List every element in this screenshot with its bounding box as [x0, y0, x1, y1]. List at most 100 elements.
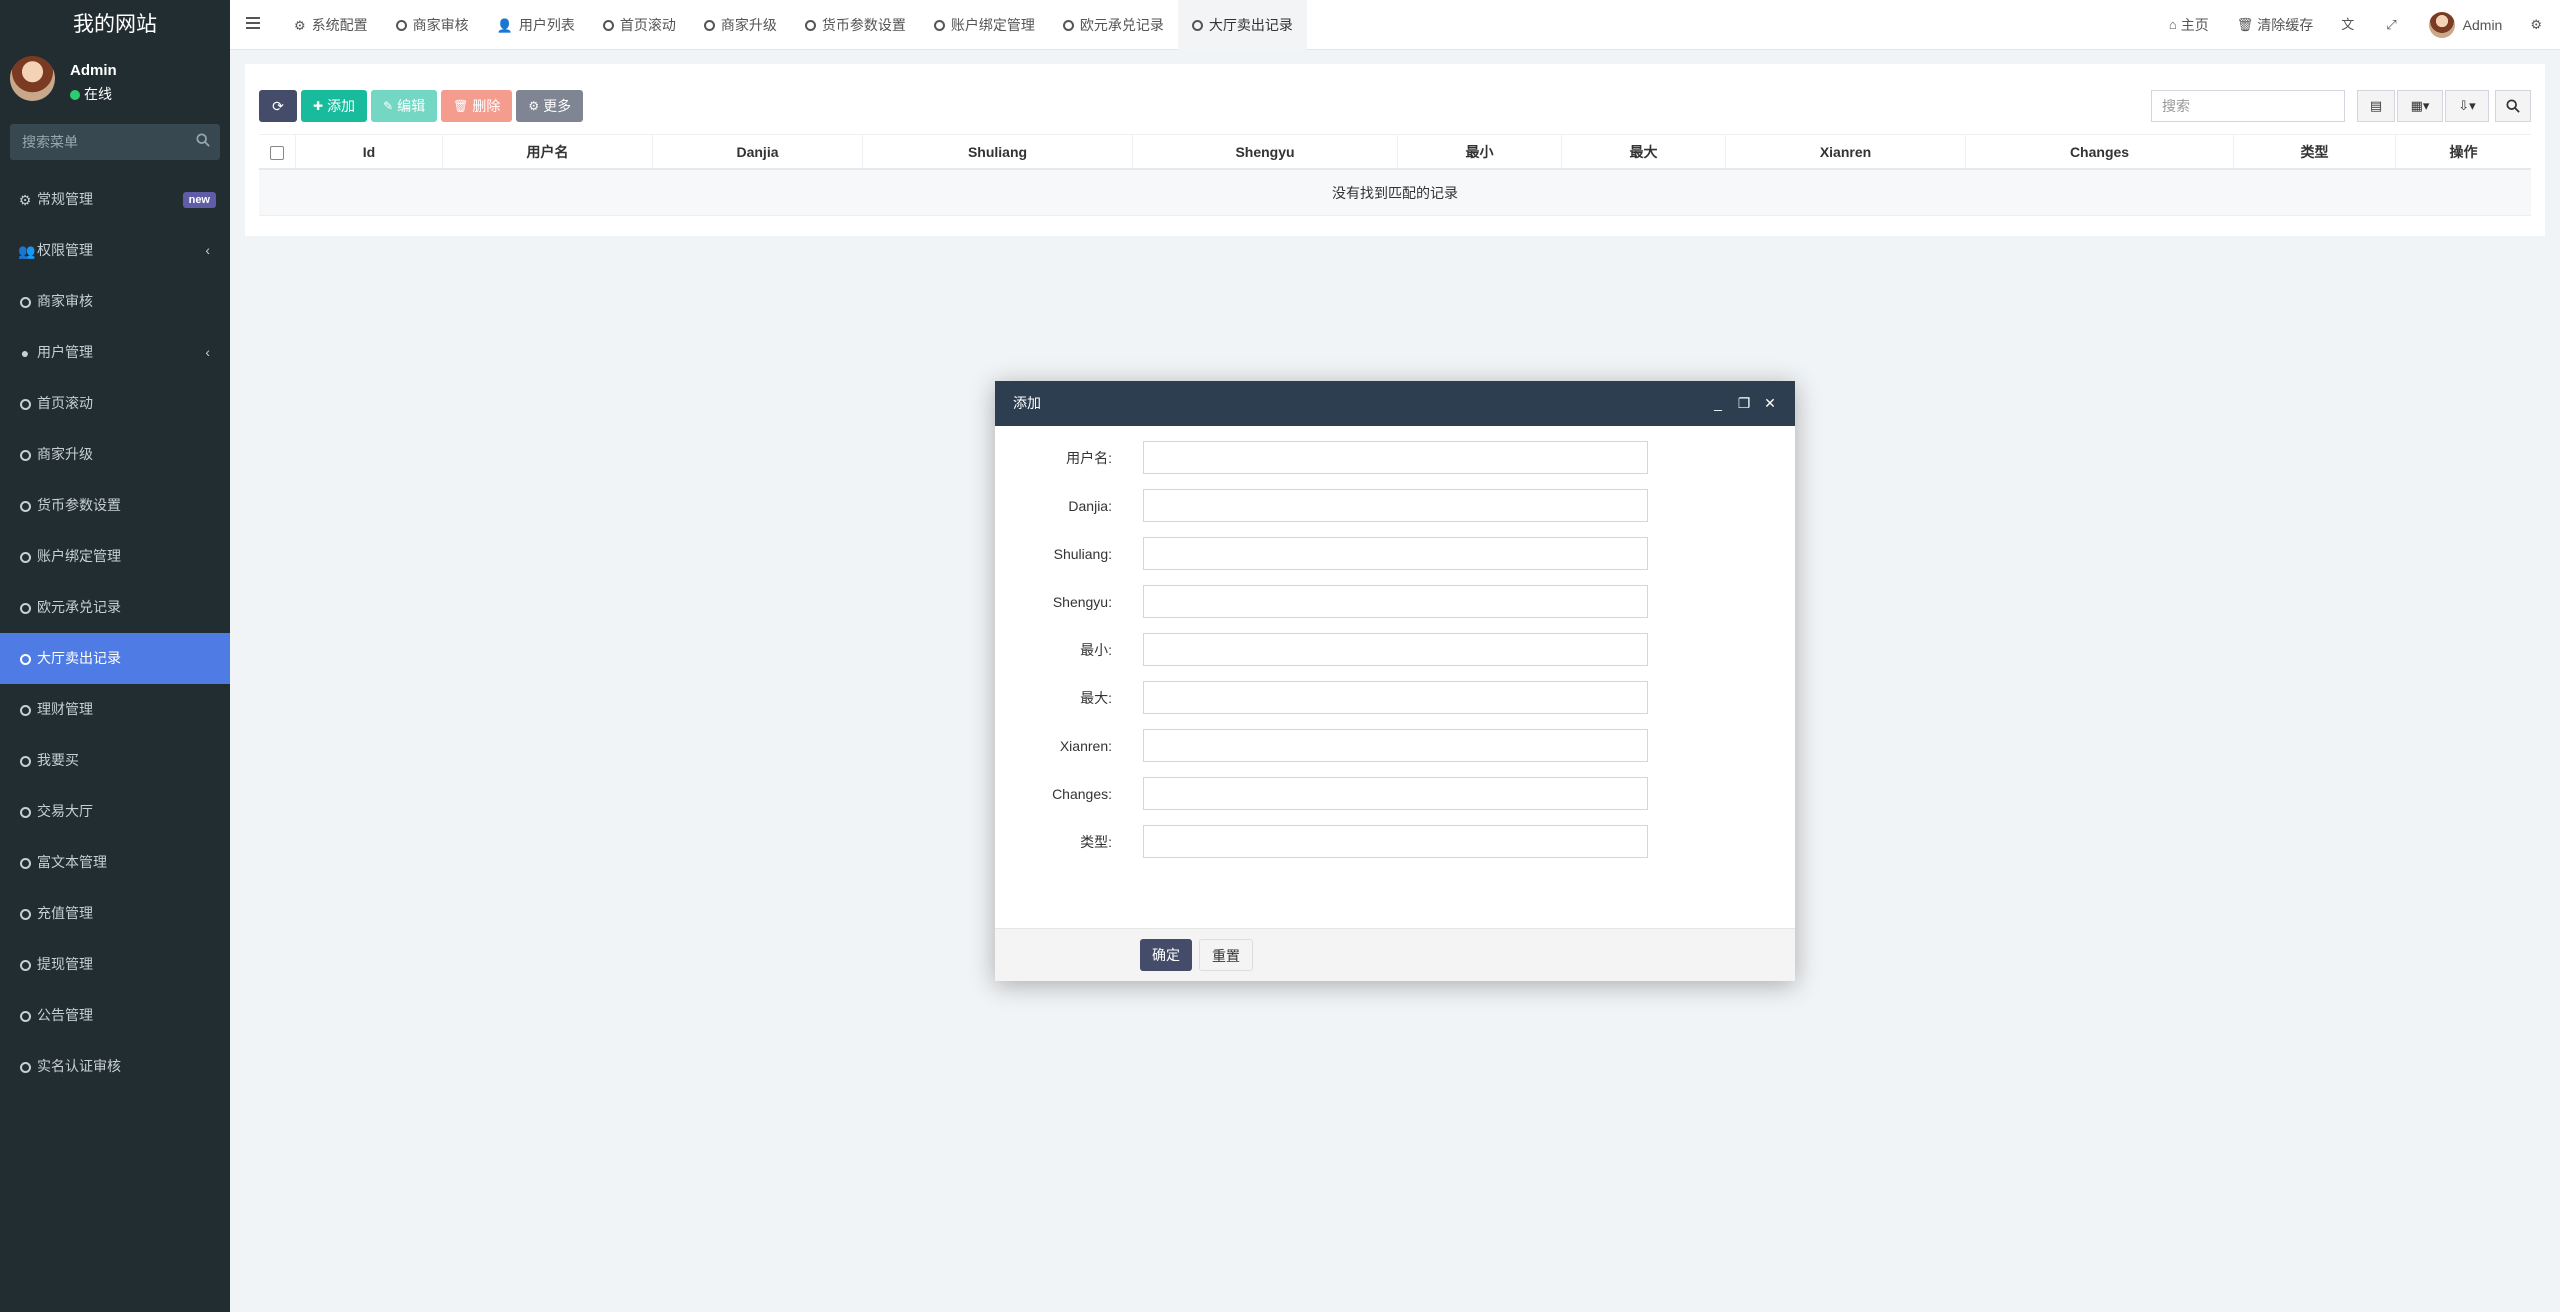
toggle-view-button[interactable]: ▤ [2357, 90, 2395, 122]
circle-icon [19, 806, 31, 818]
advanced-search-button[interactable] [2495, 90, 2531, 122]
sidebar-item-label: 充值管理 [37, 905, 93, 921]
tab-home-scroll[interactable]: 首页滚动 [589, 0, 690, 50]
column-header[interactable]: Xianren [1725, 135, 1965, 169]
search-icon[interactable] [196, 133, 210, 147]
form-row-max: 最大: [995, 681, 1795, 729]
refresh-button[interactable]: ⟳ [259, 90, 297, 122]
shuliang-input[interactable] [1143, 537, 1648, 570]
column-header[interactable]: Id [295, 135, 442, 169]
form-row-type: 类型: [995, 825, 1795, 873]
sidebar-item-buy[interactable]: 我要买 [0, 735, 230, 786]
username-input[interactable] [1143, 441, 1648, 474]
reset-button[interactable]: 重置 [1199, 939, 1253, 971]
sidebar-item-trading-hall[interactable]: 交易大厅 [0, 786, 230, 837]
tab-hall-sell-records[interactable]: 大厅卖出记录 [1177, 0, 1307, 50]
sidebar-item-kyc-review[interactable]: 实名认证审核 [0, 1041, 230, 1092]
tab-system-config[interactable]: ⚙ 系统配置 [280, 0, 382, 50]
empty-table-row: 没有找到匹配的记录 [259, 170, 2531, 216]
select-all-checkbox[interactable] [270, 146, 284, 161]
table-search-input[interactable] [2152, 91, 2344, 121]
danjia-input[interactable] [1143, 489, 1648, 522]
hamburger-menu-icon[interactable] [246, 16, 260, 30]
sidebar-item-users[interactable]: ● 用户管理 ‹ [0, 327, 230, 378]
sidebar-item-recharge[interactable]: 充值管理 [0, 888, 230, 939]
main-panel: ⟳ ✚添加 ✎编辑 🗑删除 ⚙更多 ▤ ▦▾ ⇩▾ Id 用户名 Danjia … [245, 64, 2545, 236]
sidebar-item-finance[interactable]: 理财管理 [0, 684, 230, 735]
settings-button[interactable]: ⚙ [2516, 0, 2560, 50]
sidebar-item-label: 实名认证审核 [37, 1058, 121, 1074]
sidebar-item-euro-records[interactable]: 欧元承兑记录 [0, 582, 230, 633]
tab-merchant-upgrade[interactable]: 商家升级 [690, 0, 791, 50]
dialog-header[interactable]: 添加 _ ❐ ✕ [995, 381, 1795, 426]
maximize-icon[interactable]: ❐ [1731, 381, 1757, 426]
tab-account-binding[interactable]: 账户绑定管理 [920, 0, 1049, 50]
column-header[interactable]: 用户名 [442, 135, 652, 169]
circle-icon [1191, 20, 1203, 31]
user-menu[interactable]: Admin [2415, 0, 2517, 50]
clear-cache-button[interactable]: 🗑 清除缓存 [2223, 0, 2328, 50]
tab-merchant-review[interactable]: 商家审核 [382, 0, 483, 50]
column-header[interactable]: 最小 [1397, 135, 1561, 169]
tab-label: 大厅卖出记录 [1208, 17, 1293, 33]
circle-icon [19, 857, 31, 869]
xianren-input[interactable] [1143, 729, 1648, 762]
navbar-right: ⌂ 主页 🗑 清除缓存 文 ⤢ Admin ⚙ [2155, 0, 2560, 50]
sidebar-item-label: 大厅卖出记录 [37, 650, 121, 666]
user-icon: 👤 [496, 18, 513, 33]
sidebar-item-merchant-upgrade[interactable]: 商家升级 [0, 429, 230, 480]
confirm-button[interactable]: 确定 [1140, 939, 1192, 971]
fullscreen-button[interactable]: ⤢ [2372, 0, 2414, 50]
column-header[interactable]: 操作 [2395, 135, 2531, 169]
sidebar-item-announcements[interactable]: 公告管理 [0, 990, 230, 1041]
column-header[interactable]: Shuliang [862, 135, 1132, 169]
sidebar-item-permissions[interactable]: 👥 权限管理 ‹ [0, 225, 230, 276]
language-button[interactable]: 文 [2327, 0, 2372, 50]
user-name: Admin [70, 62, 117, 79]
sidebar-item-account-binding[interactable]: 账户绑定管理 [0, 531, 230, 582]
circle-icon [933, 20, 945, 31]
column-header[interactable]: Shengyu [1132, 135, 1397, 169]
tab-label: 首页滚动 [619, 17, 676, 33]
columns-button[interactable]: ▦▾ [2397, 90, 2443, 122]
cogs-icon: ⚙ [2530, 17, 2542, 32]
close-icon[interactable]: ✕ [1757, 381, 1783, 426]
circle-icon [602, 20, 614, 31]
sidebar-item-withdraw[interactable]: 提现管理 [0, 939, 230, 990]
minimize-icon[interactable]: _ [1705, 381, 1731, 426]
column-header[interactable]: 最大 [1561, 135, 1725, 169]
max-input[interactable] [1143, 681, 1648, 714]
shengyu-input[interactable] [1143, 585, 1648, 618]
sidebar-item-label: 首页滚动 [37, 395, 93, 411]
edit-button[interactable]: ✎ 编辑 [371, 90, 438, 122]
add-button[interactable]: ✚ 添加 [301, 90, 368, 122]
home-link[interactable]: ⌂ 主页 [2155, 0, 2223, 50]
user-status: 在线 [70, 84, 112, 104]
export-button[interactable]: ⇩▾ [2445, 90, 2489, 122]
brand-title[interactable]: 我的网站 [0, 0, 230, 50]
delete-button[interactable]: 🗑 删除 [441, 90, 513, 122]
field-label: 用户名: [1066, 450, 1112, 466]
min-input[interactable] [1143, 633, 1648, 666]
sidebar-search-input[interactable] [10, 124, 220, 160]
tab-user-list[interactable]: 👤 用户列表 [483, 0, 589, 50]
type-input[interactable] [1143, 825, 1648, 858]
changes-input[interactable] [1143, 777, 1648, 810]
sidebar-menu: ⚙ 常规管理 new 👥 权限管理 ‹ 商家审核 ● 用户管理 ‹ 首页滚动 商家升级 货币… [0, 174, 230, 1092]
sidebar-item-currency-settings[interactable]: 货币参数设置 [0, 480, 230, 531]
column-header[interactable]: Danjia [652, 135, 862, 169]
tab-euro-records[interactable]: 欧元承兑记录 [1049, 0, 1178, 50]
avatar [10, 56, 55, 101]
sidebar-item-hall-sell-records[interactable]: 大厅卖出记录 [0, 633, 230, 684]
sidebar-item-general[interactable]: ⚙ 常规管理 new [0, 174, 230, 225]
tab-currency-settings[interactable]: 货币参数设置 [791, 0, 920, 50]
column-header[interactable]: 类型 [2233, 135, 2395, 169]
trash-icon: 🗑 [453, 99, 469, 113]
sidebar-item-rich-text[interactable]: 富文本管理 [0, 837, 230, 888]
sidebar-item-home-scroll[interactable]: 首页滚动 [0, 378, 230, 429]
sidebar-item-merchant-review[interactable]: 商家审核 [0, 276, 230, 327]
sidebar-item-label: 商家审核 [37, 293, 93, 309]
more-button[interactable]: ⚙ 更多 [516, 90, 584, 122]
dialog-title: 添加 [1013, 395, 1041, 411]
column-header[interactable]: Changes [1965, 135, 2233, 169]
